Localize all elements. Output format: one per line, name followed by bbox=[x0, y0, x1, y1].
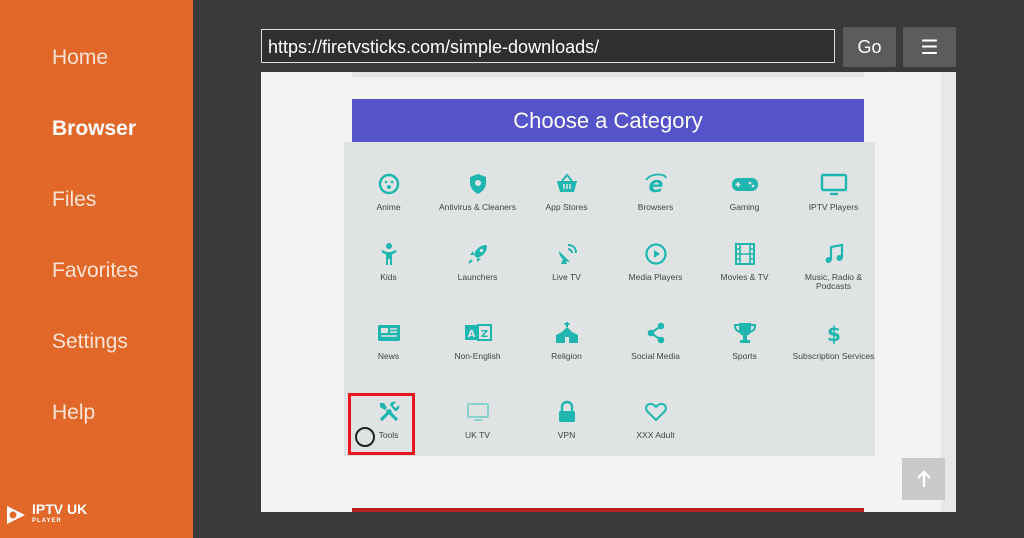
category-heading: Choose a Category bbox=[352, 99, 864, 142]
category-label: Media Players bbox=[628, 272, 683, 282]
category-label: Sports bbox=[732, 351, 757, 361]
top-strip bbox=[352, 72, 864, 77]
logo: IPTV UK PLAYER bbox=[4, 502, 87, 528]
monitor-icon bbox=[820, 173, 847, 196]
category-label: Antivirus & Cleaners bbox=[438, 202, 516, 212]
shield-icon bbox=[469, 174, 486, 194]
cursor-circle bbox=[355, 427, 375, 447]
category-label: Launchers bbox=[457, 272, 498, 282]
category-iptv-players[interactable]: IPTV Players bbox=[789, 172, 878, 212]
share-icon bbox=[647, 322, 664, 344]
child-icon bbox=[380, 243, 397, 265]
church-icon bbox=[555, 322, 578, 343]
lock-icon bbox=[558, 400, 575, 422]
scroll-to-top-button[interactable] bbox=[902, 458, 945, 500]
category-media-players[interactable]: Media Players bbox=[611, 242, 700, 282]
newspaper-icon bbox=[377, 325, 400, 341]
category-anime[interactable]: Anime bbox=[344, 172, 433, 212]
basket-icon bbox=[556, 173, 577, 192]
category-gaming[interactable]: Gaming bbox=[700, 172, 789, 212]
category-label: Movies & TV bbox=[720, 272, 769, 282]
sidebar: Home Browser Files Favorites Settings He… bbox=[0, 0, 193, 538]
dollar-icon: $ bbox=[827, 322, 841, 345]
sidebar-item-home[interactable]: Home bbox=[52, 46, 108, 70]
trophy-icon bbox=[733, 323, 756, 343]
sidebar-item-settings[interactable]: Settings bbox=[52, 330, 128, 354]
rocket-icon bbox=[467, 245, 487, 264]
go-button[interactable]: Go bbox=[843, 27, 896, 67]
bottom-red-bar bbox=[352, 508, 864, 512]
category-movies-tv[interactable]: Movies & TV bbox=[700, 242, 789, 282]
category-label: Social Media bbox=[631, 351, 680, 361]
category-label: Anime bbox=[376, 202, 401, 212]
category-religion[interactable]: Religion bbox=[522, 321, 611, 361]
webpage-view[interactable]: Choose a Category Anime Antivirus & Clea… bbox=[261, 72, 956, 512]
satellite-icon bbox=[558, 244, 577, 264]
arrow-up-icon bbox=[916, 470, 931, 487]
category-label: Gaming bbox=[729, 202, 760, 212]
language-icon: A Z bbox=[464, 324, 492, 341]
category-label: News bbox=[377, 351, 400, 361]
category-app-stores[interactable]: App Stores bbox=[522, 172, 611, 212]
menu-button[interactable]: ☰ bbox=[903, 27, 956, 67]
svg-text:Z: Z bbox=[480, 329, 487, 340]
category-label: App Stores bbox=[545, 202, 588, 212]
play-circle-icon bbox=[644, 243, 667, 265]
category-grid: Anime Antivirus & Cleaners App Stores e … bbox=[344, 142, 875, 456]
svg-text:$: $ bbox=[827, 322, 841, 345]
sidebar-item-help[interactable]: Help bbox=[52, 401, 95, 425]
tv-icon bbox=[466, 403, 489, 421]
category-uk-tv[interactable]: UK TV bbox=[433, 400, 522, 440]
category-live-tv[interactable]: Live TV bbox=[522, 242, 611, 282]
sidebar-item-files[interactable]: Files bbox=[52, 188, 96, 212]
category-social-media[interactable]: Social Media bbox=[611, 321, 700, 361]
gamepad-icon bbox=[731, 178, 758, 191]
category-browsers[interactable]: e Browsers bbox=[611, 172, 700, 212]
category-label: Live TV bbox=[552, 272, 581, 282]
svg-text:A: A bbox=[467, 329, 475, 340]
category-label: Religion bbox=[551, 351, 582, 361]
category-label: UK TV bbox=[465, 430, 490, 440]
category-label: Browsers bbox=[637, 202, 674, 212]
sidebar-item-browser[interactable]: Browser bbox=[52, 117, 136, 141]
category-label: XXX Adult bbox=[636, 430, 675, 440]
category-xxx-adult[interactable]: XXX Adult bbox=[611, 400, 700, 440]
category-non-english[interactable]: A Z Non-English bbox=[433, 321, 522, 361]
category-vpn[interactable]: VPN bbox=[522, 400, 611, 440]
scrollbar[interactable] bbox=[941, 72, 956, 512]
category-label: IPTV Players bbox=[808, 202, 859, 212]
film-icon bbox=[734, 243, 755, 265]
smile-icon bbox=[378, 173, 399, 195]
music-note-icon bbox=[825, 243, 843, 263]
category-music-radio[interactable]: Music, Radio & Podcasts bbox=[789, 242, 878, 291]
category-news[interactable]: News bbox=[344, 321, 433, 361]
sidebar-item-favorites[interactable]: Favorites bbox=[52, 259, 138, 283]
play-logo-icon bbox=[7, 506, 25, 524]
category-label: Music, Radio & Podcasts bbox=[804, 272, 863, 291]
category-label: Kids bbox=[380, 272, 397, 282]
category-kids[interactable]: Kids bbox=[344, 242, 433, 282]
url-input[interactable]: https://firetvsticks.com/simple-download… bbox=[261, 29, 835, 63]
category-launchers[interactable]: Launchers bbox=[433, 242, 522, 282]
tools-highlight-box bbox=[348, 393, 415, 455]
category-label: VPN bbox=[557, 430, 576, 440]
category-antivirus[interactable]: Antivirus & Cleaners bbox=[433, 172, 522, 212]
category-label: Non-English bbox=[454, 351, 501, 361]
category-label: Subscription Services bbox=[792, 351, 875, 361]
heart-icon bbox=[644, 402, 667, 422]
internet-explorer-icon: e bbox=[644, 173, 667, 196]
category-sports[interactable]: Sports bbox=[700, 321, 789, 361]
category-subscription-services[interactable]: $ Subscription Services bbox=[789, 321, 878, 361]
